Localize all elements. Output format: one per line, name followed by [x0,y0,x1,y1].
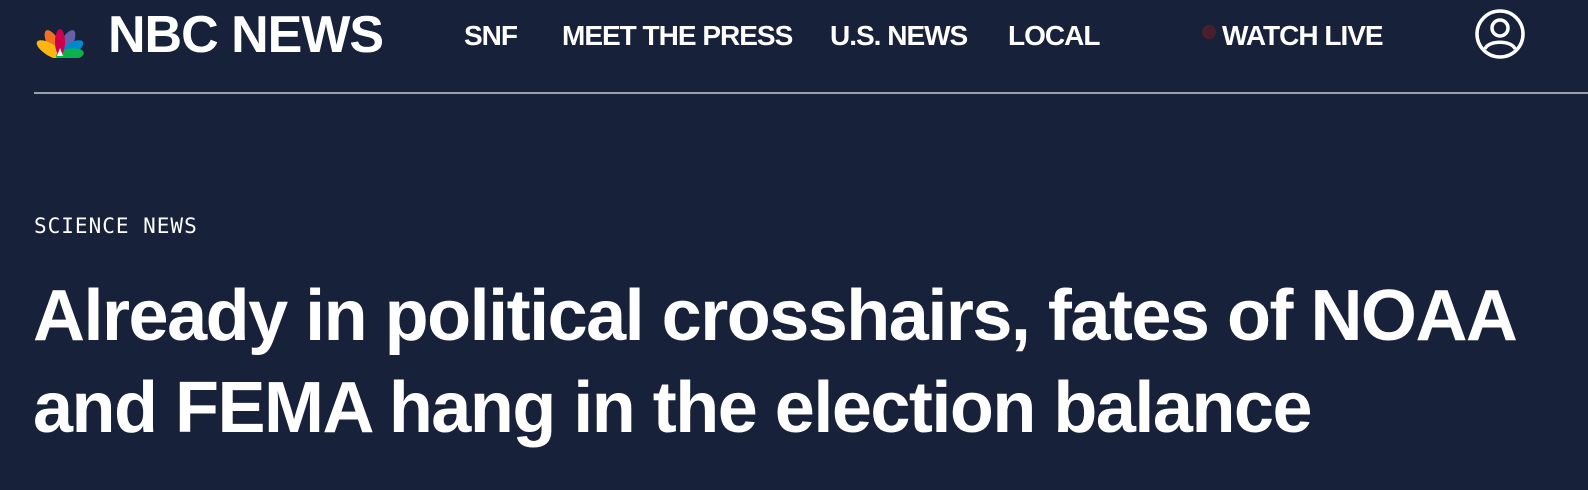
site-header: NBC NEWS SNF MEET THE PRESS U.S. NEWS LO… [0,0,1588,94]
header-divider [34,92,1588,94]
nav-item-us-news[interactable]: U.S. NEWS [830,14,968,58]
watch-live-button[interactable]: WATCH LIVE [1202,14,1384,58]
article-headline: Already in political crosshairs, fates o… [33,276,1515,448]
main-nav: SNF MEET THE PRESS U.S. NEWS LOCAL WATCH… [0,14,1588,58]
watch-live-label: WATCH LIVE [1222,20,1384,51]
nav-item-snf[interactable]: SNF [464,14,518,58]
user-account-icon[interactable] [1474,8,1526,60]
nav-item-local[interactable]: LOCAL [1008,14,1100,58]
nav-item-meet-the-press[interactable]: MEET THE PRESS [562,14,793,58]
section-label[interactable]: SCIENCE NEWS [34,214,198,238]
live-indicator-dot [1202,25,1216,39]
